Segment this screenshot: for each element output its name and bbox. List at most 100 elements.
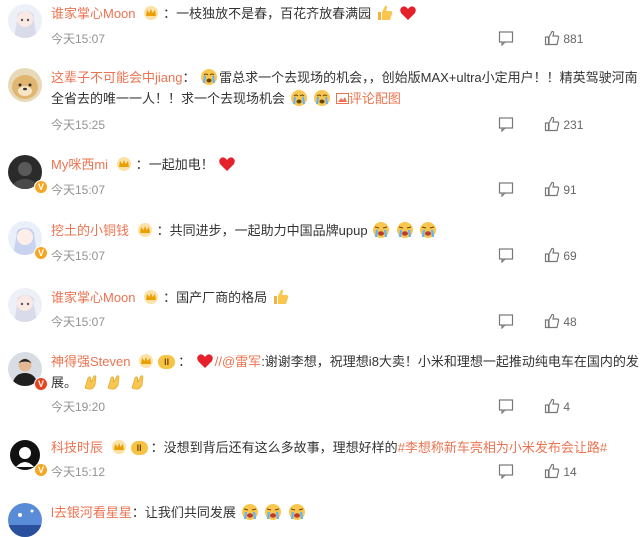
like-count: 48 bbox=[563, 315, 577, 329]
clap-emoji bbox=[131, 375, 144, 390]
like-count: 91 bbox=[563, 183, 577, 197]
separator: ： bbox=[178, 354, 192, 369]
topic-link[interactable]: #李想称新车亮相为小米发布会让路# bbox=[398, 440, 607, 455]
moved-emoji bbox=[373, 222, 390, 238]
moved-emoji bbox=[288, 504, 305, 520]
timestamp: 今天15:25 bbox=[51, 118, 106, 132]
separator: ： bbox=[163, 6, 177, 21]
avatar[interactable] bbox=[8, 4, 42, 38]
comment-button[interactable] bbox=[498, 247, 514, 265]
sky-avatar-image bbox=[8, 503, 42, 537]
comment-icon bbox=[498, 248, 514, 264]
comment-button[interactable] bbox=[498, 116, 514, 134]
username[interactable]: l去银河看星星 bbox=[51, 505, 132, 520]
comment-button[interactable] bbox=[498, 181, 514, 199]
comment-image-link[interactable]: 评论配图 bbox=[349, 91, 401, 106]
like-button[interactable]: 91 bbox=[544, 181, 577, 199]
separator: ： bbox=[156, 223, 170, 238]
clap-emoji bbox=[84, 375, 96, 390]
comment-text-continued: 全省去的唯一一人！！求一个去现场机会 bbox=[51, 91, 286, 106]
comment-text: 没想到背后还有这么多故事，理想好样的 bbox=[163, 440, 398, 455]
like-count: 14 bbox=[563, 465, 577, 479]
clap-emoji bbox=[107, 375, 120, 390]
username[interactable]: 挖土的小铜钱 bbox=[51, 223, 129, 238]
heart-emoji bbox=[196, 354, 213, 368]
verified-badge: V bbox=[34, 463, 48, 477]
thumbs-up-icon bbox=[544, 247, 560, 263]
avatar[interactable] bbox=[8, 68, 42, 102]
fan-level-badge: II bbox=[158, 355, 176, 369]
crown-icon bbox=[144, 6, 159, 20]
verified-badge: V bbox=[34, 377, 48, 391]
like-button[interactable]: 231 bbox=[544, 116, 583, 134]
username[interactable]: 神得强Steven bbox=[51, 354, 130, 369]
comment-icon bbox=[498, 314, 514, 330]
crown-icon bbox=[137, 223, 152, 237]
thumbs-up-icon bbox=[544, 181, 560, 197]
timestamp: 今天15:07 bbox=[51, 32, 106, 46]
crying-emoji bbox=[290, 90, 307, 106]
like-button[interactable]: 69 bbox=[544, 247, 577, 265]
thumbs-up-icon bbox=[544, 463, 560, 479]
username[interactable]: 科技时辰 bbox=[51, 440, 103, 455]
crown-icon bbox=[144, 290, 159, 304]
comment-text: 一枝独放不是春，百花齐放春满园 bbox=[176, 6, 372, 21]
comment-icon bbox=[498, 399, 514, 415]
anime-avatar-image bbox=[8, 4, 42, 38]
comment-button[interactable] bbox=[498, 463, 514, 481]
thumbs-up-emoji bbox=[273, 289, 289, 304]
thumbs-up-icon bbox=[544, 398, 560, 414]
comment-text-continued: 展。 bbox=[51, 375, 78, 390]
dog-avatar-image bbox=[8, 68, 42, 102]
comment-text: 一起加电！ bbox=[148, 157, 214, 172]
fan-level-badge: II bbox=[130, 441, 148, 455]
separator: ： bbox=[182, 70, 196, 85]
moved-emoji bbox=[265, 504, 282, 520]
avatar[interactable] bbox=[8, 288, 42, 322]
moved-emoji bbox=[420, 222, 437, 238]
comment-text: 共同进步，一起助力中国品牌upup bbox=[169, 223, 368, 238]
comment-text: 雷总求一个去现场的机会，，创始版MAX+ultra小定用户！！精英驾驶河南 bbox=[219, 70, 638, 85]
like-button[interactable]: 48 bbox=[544, 313, 577, 331]
timestamp: 今天15:12 bbox=[51, 465, 106, 479]
timestamp: 今天15:07 bbox=[51, 183, 106, 197]
comment-button[interactable] bbox=[498, 313, 514, 331]
comment-icon bbox=[498, 117, 514, 133]
crown-icon bbox=[116, 157, 131, 171]
comment-icon bbox=[498, 182, 514, 198]
like-count: 69 bbox=[563, 249, 577, 263]
username[interactable]: 谁家掌心Moon bbox=[51, 290, 136, 305]
crown-icon bbox=[111, 440, 126, 454]
comment-text: 国产厂商的格局 bbox=[176, 290, 268, 305]
username[interactable]: 谁家掌心Moon bbox=[51, 6, 136, 21]
separator: ： bbox=[131, 505, 145, 520]
separator: ： bbox=[135, 157, 149, 172]
like-button[interactable]: 881 bbox=[544, 30, 583, 48]
separator: ： bbox=[150, 440, 164, 455]
comment-button[interactable] bbox=[498, 398, 514, 416]
username[interactable]: 这辈子不可能会中jiang bbox=[51, 70, 182, 85]
crying-emoji bbox=[201, 69, 218, 85]
timestamp: 今天19:20 bbox=[51, 400, 106, 414]
comment-text: :谢谢李想，祝理想i8大卖！小米和理想一起推动纯电车在国内的发 bbox=[261, 354, 639, 369]
timestamp: 今天15:07 bbox=[51, 249, 106, 263]
comment-icon bbox=[498, 31, 514, 47]
mention-link[interactable]: //@雷军 bbox=[215, 354, 261, 369]
crown-icon bbox=[139, 354, 154, 368]
verified-badge: V bbox=[34, 180, 48, 194]
timestamp: 今天15:07 bbox=[51, 315, 106, 329]
anime-avatar-image bbox=[8, 288, 42, 322]
comment-text: 让我们共同发展 bbox=[144, 505, 236, 520]
username[interactable]: My咪西mi bbox=[51, 157, 108, 172]
thumbs-up-icon bbox=[544, 30, 560, 46]
moved-emoji bbox=[396, 222, 413, 238]
thumbs-up-icon bbox=[544, 313, 560, 329]
like-button[interactable]: 4 bbox=[544, 398, 570, 416]
comment-button[interactable] bbox=[498, 30, 514, 48]
verified-badge: V bbox=[34, 246, 48, 260]
avatar[interactable] bbox=[8, 503, 42, 537]
thumbs-up-icon bbox=[544, 116, 560, 132]
crying-emoji bbox=[314, 90, 331, 106]
like-button[interactable]: 14 bbox=[544, 463, 577, 481]
image-icon bbox=[335, 93, 349, 104]
